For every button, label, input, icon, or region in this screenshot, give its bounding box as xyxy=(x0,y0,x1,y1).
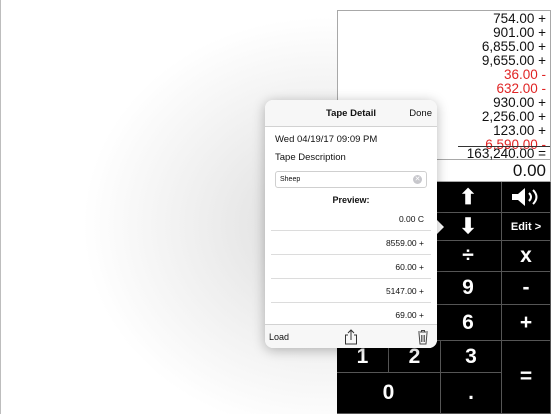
zero-button[interactable]: 0 xyxy=(337,373,441,414)
popover-arrow xyxy=(436,219,444,235)
preview-row-value: 5147.00 + xyxy=(385,286,424,296)
share-icon[interactable] xyxy=(344,329,358,345)
speaker-icon xyxy=(512,188,538,206)
tape-total-line: 163,240.00 = xyxy=(458,146,550,161)
tape-detail-popover: Tape Detail Done Wed 04/19/17 09:09 PM T… xyxy=(265,100,437,348)
tape-line: 123.00 + xyxy=(493,123,546,138)
nine-button[interactable]: 9 xyxy=(435,272,502,305)
tape-line: 632.00 - xyxy=(496,81,546,96)
down-arrow-button[interactable]: ⬇ xyxy=(435,213,502,241)
done-button[interactable]: Done xyxy=(409,100,432,127)
tape-description-label: Tape Description xyxy=(275,152,346,163)
load-button[interactable]: Load xyxy=(269,325,289,348)
preview-row: 0.00 C xyxy=(271,207,431,231)
three-button[interactable]: 3 xyxy=(441,341,502,373)
plus-button[interactable]: + xyxy=(502,305,551,341)
tape-line: 901.00 + xyxy=(493,25,546,40)
preview-row-value: 8559.00 + xyxy=(385,238,424,248)
tape-description-value: Sheep xyxy=(280,176,301,183)
multiply-button[interactable]: x xyxy=(502,241,551,272)
tape-line: 754.00 + xyxy=(493,11,546,26)
trash-icon[interactable] xyxy=(417,329,429,345)
preview-row-value: 0.00 C xyxy=(398,214,424,224)
tape-line: 2,256.00 + xyxy=(481,109,546,124)
edit-button[interactable]: Edit > xyxy=(502,213,551,241)
tape-line: 36.00 - xyxy=(503,67,546,82)
sound-button[interactable] xyxy=(502,182,551,213)
preview-row: 60.00 + xyxy=(271,255,431,279)
tape-line: 6,855.00 + xyxy=(481,39,546,54)
preview-row-value: 60.00 + xyxy=(395,262,424,272)
clear-icon[interactable]: ✕ xyxy=(413,175,422,184)
tape-line: 9,655.00 + xyxy=(481,53,546,68)
preview-row: 8559.00 + xyxy=(271,231,431,255)
six-button[interactable]: 6 xyxy=(435,305,502,341)
up-arrow-button[interactable]: ⬆ xyxy=(435,182,502,213)
tape-line: 930.00 + xyxy=(493,95,546,110)
equals-button[interactable]: = xyxy=(502,341,551,414)
tape-description-field[interactable]: Sheep ✕ xyxy=(275,171,427,188)
popover-toolbar: Load xyxy=(265,324,437,348)
popover-navbar: Tape Detail Done xyxy=(265,100,437,127)
preview-row: 5147.00 + xyxy=(271,279,431,303)
decimal-button[interactable]: . xyxy=(441,373,502,414)
divide-button[interactable]: ÷ xyxy=(435,241,502,272)
minus-button[interactable]: - xyxy=(502,272,551,305)
preview-label: Preview: xyxy=(332,195,370,205)
tape-datetime: Wed 04/19/17 09:09 PM xyxy=(275,134,378,145)
